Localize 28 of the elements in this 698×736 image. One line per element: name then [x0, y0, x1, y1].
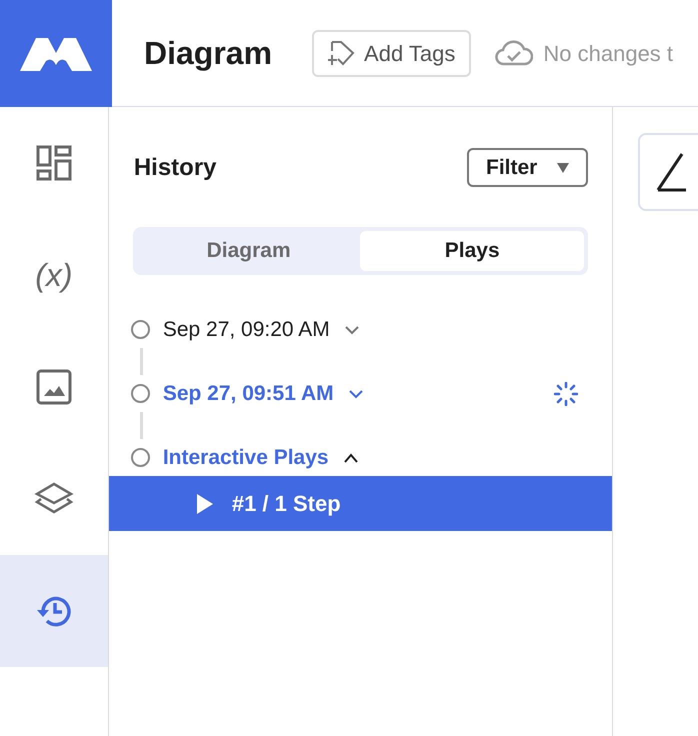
logo-icon [20, 35, 92, 71]
timeline-node [130, 448, 150, 467]
history-entry[interactable]: Sep 27, 09:20 AM [162, 314, 330, 346]
timeline-node [130, 320, 150, 339]
add-tags-button[interactable]: Add Tags [312, 30, 472, 76]
history-entry[interactable]: Sep 27, 09:51 AM [162, 378, 334, 410]
timeline-node [130, 384, 150, 403]
history-entry[interactable]: Interactive Plays [162, 442, 329, 474]
filter-dropdown[interactable]: Filter [467, 148, 588, 187]
history-title: History [134, 152, 217, 182]
history-tab[interactable]: Plays [360, 231, 584, 271]
dashboard-icon [36, 145, 72, 181]
image-icon [36, 369, 72, 405]
diagram-title: Diagram [144, 34, 272, 73]
play-icon [196, 494, 213, 514]
shape-tile[interactable] [638, 133, 698, 211]
chevron-up-icon[interactable] [342, 452, 359, 462]
logo[interactable] [0, 0, 112, 106]
history-tab[interactable]: Diagram [136, 231, 360, 271]
chevron-down-icon[interactable] [344, 324, 360, 334]
save-status: No changes t [543, 40, 674, 68]
play-row[interactable]: #1 / 1 Step [108, 476, 612, 531]
cloud-check-icon [495, 40, 534, 66]
chevron-down-icon[interactable] [348, 388, 364, 398]
sidebar-item[interactable] [0, 555, 108, 667]
caret-icon [557, 162, 569, 172]
tag-icon [328, 39, 356, 67]
variable-icon: (x) [35, 259, 73, 291]
